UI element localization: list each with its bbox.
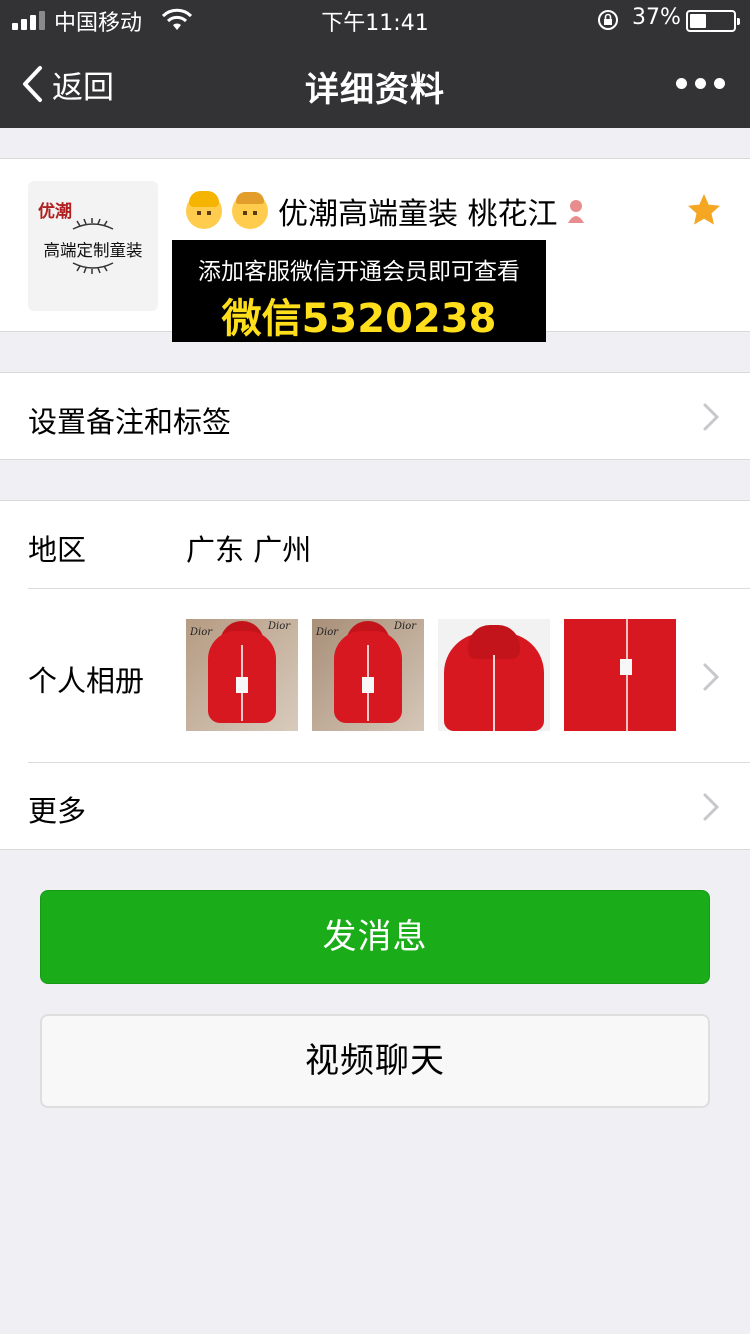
laurel-icon (72, 262, 114, 274)
battery-fill (690, 14, 706, 28)
top-bar: 中国移动 下午11:41 37% 返回 详细资料 (0, 0, 750, 128)
chevron-right-icon (703, 663, 720, 691)
region-label: 地区 (28, 533, 87, 567)
dot-icon (695, 78, 706, 89)
remark-row[interactable]: 设置备注和标签 (0, 372, 750, 460)
video-chat-button[interactable]: 视频聊天 (40, 1014, 710, 1108)
chevron-right-icon (703, 403, 720, 431)
more-label: 更多 (28, 794, 87, 828)
chevron-right-icon (703, 793, 720, 821)
laurel-icon (72, 218, 114, 230)
brand-label: Dior (394, 621, 417, 632)
battery-percent: 37% (632, 5, 681, 30)
avatar-text-top: 优潮 (38, 202, 72, 222)
divider (28, 762, 750, 763)
brand-label: Dior (190, 627, 213, 638)
album-label: 个人相册 (28, 664, 145, 698)
nav-bar: 返回 详细资料 (0, 40, 750, 128)
girl-emoji-icon (186, 191, 222, 229)
boy-emoji-icon (232, 192, 268, 229)
profile-name-row: 优潮高端童装 桃花江 (186, 190, 588, 232)
album-photo[interactable] (564, 619, 676, 731)
avatar-text-main: 高端定制童装 (43, 241, 143, 260)
battery-tip (737, 18, 740, 25)
info-card: 地区 广东 广州 个人相册 Dior Dior Dior Dior 更多 (0, 500, 750, 850)
rotation-lock-icon (598, 10, 618, 30)
divider (28, 588, 750, 589)
star-icon[interactable] (686, 192, 722, 228)
remark-label: 设置备注和标签 (28, 405, 232, 439)
promo-line2: 微信5320238 (221, 296, 497, 342)
avatar[interactable]: 优潮 高端定制童装 (28, 181, 158, 311)
status-bar: 中国移动 下午11:41 37% (0, 0, 750, 40)
battery-icon (686, 10, 740, 32)
dot-icon (714, 78, 725, 89)
more-options-button[interactable] (676, 78, 725, 89)
page-title: 详细资料 (305, 70, 445, 110)
dot-icon (676, 78, 687, 89)
album-photo[interactable]: Dior Dior (312, 619, 424, 731)
pin-icon (567, 200, 584, 223)
brand-label: Dior (316, 627, 339, 638)
promo-banner: 添加客服微信开通会员即可查看 微信5320238 (172, 240, 546, 342)
promo-line1: 添加客服微信开通会员即可查看 (198, 259, 520, 285)
album-photo[interactable] (438, 619, 550, 731)
profile-name: 优潮高端童装 桃花江 (278, 197, 558, 232)
send-message-button[interactable]: 发消息 (40, 890, 710, 984)
brand-label: Dior (268, 621, 291, 632)
album-photo[interactable]: Dior Dior (186, 619, 298, 731)
region-value: 广东 广州 (186, 533, 312, 567)
